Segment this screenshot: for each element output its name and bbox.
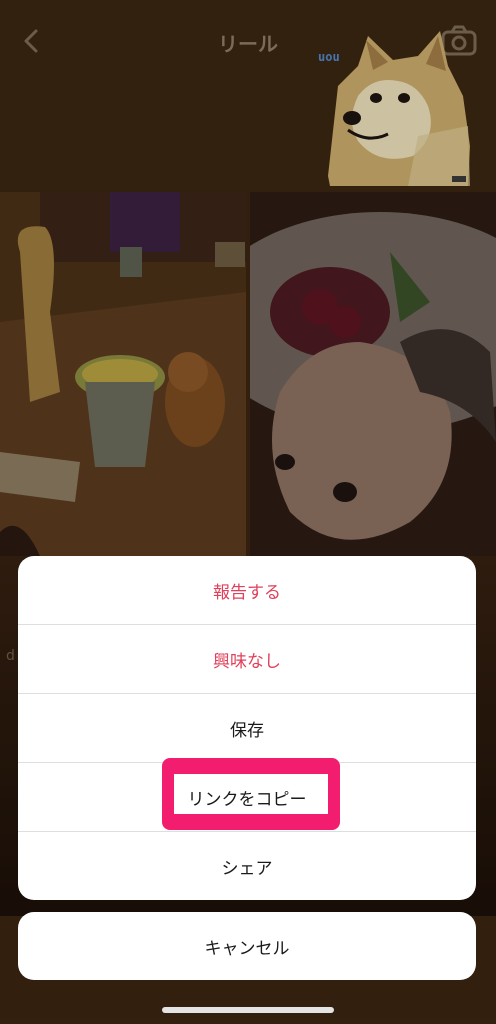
not-interested-button[interactable]: 興味なし — [18, 625, 476, 693]
save-button[interactable]: 保存 — [18, 694, 476, 762]
share-button[interactable]: シェア — [18, 832, 476, 900]
copy-link-button[interactable]: リンクをコピー — [18, 763, 476, 831]
action-sheet: 報告する 興味なし 保存 リンクをコピー シェア — [18, 556, 476, 900]
report-button[interactable]: 報告する — [18, 556, 476, 624]
cancel-button[interactable]: キャンセル — [18, 912, 476, 980]
reels-screen: リール uou d 報告する 興味なし 保存 リンクをコピー シェア キャンセル — [0, 0, 496, 1024]
home-indicator[interactable] — [162, 1007, 334, 1013]
